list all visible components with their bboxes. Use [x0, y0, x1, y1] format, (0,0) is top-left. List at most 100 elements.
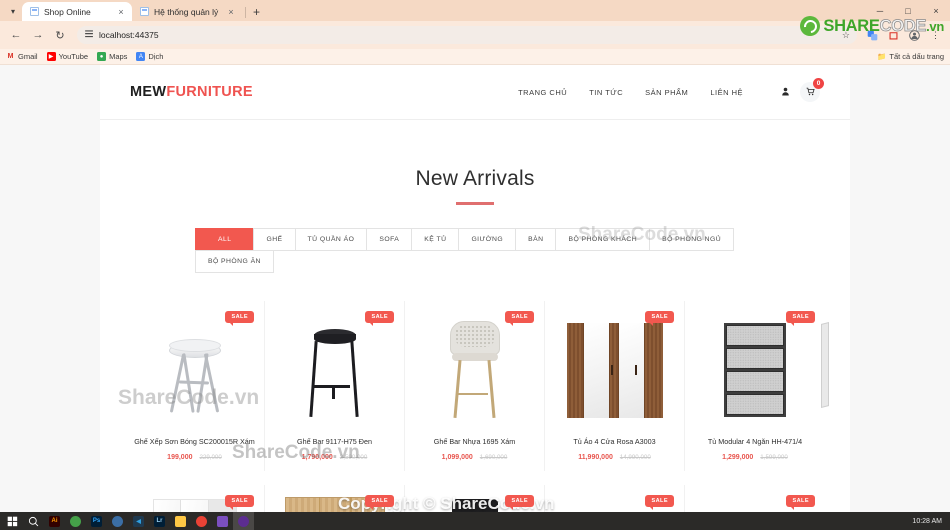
product-card[interactable]: SALE: [545, 484, 685, 512]
user-icon[interactable]: [781, 87, 790, 98]
product-name: Ghế Bar Nhựa 1695 Xám: [433, 436, 516, 446]
search-icon[interactable]: [23, 512, 44, 530]
filter-bo-phong-khach[interactable]: BỘ PHÒNG KHÁCH: [555, 227, 651, 251]
vscode-icon[interactable]: ◀: [128, 512, 149, 530]
product-card[interactable]: SALE: [685, 485, 825, 512]
product-card[interactable]: SALE Ghế Xếp Sơn Bóng SC200015R Xám 199,…: [125, 300, 265, 471]
product-price: 1,299,000: [722, 453, 754, 461]
sale-badge: SALE: [645, 310, 674, 326]
product-thumbnail: SALE: [549, 491, 680, 512]
section-header: New Arrivals: [100, 120, 850, 205]
product-grid-row-2: SALE SALE SALE SALE SALE: [100, 484, 850, 512]
maps-icon: ●: [97, 52, 107, 61]
file-explorer-icon[interactable]: [170, 512, 191, 530]
filter-bo-phong-ngu[interactable]: BỘ PHÒNG NGỦ: [649, 227, 735, 251]
product-thumbnail: SALE: [409, 307, 540, 425]
filter-all[interactable]: ALL: [195, 227, 255, 251]
cart-count-badge: 0: [813, 78, 824, 89]
nav-item-tin-tuc[interactable]: TIN TỨC: [589, 88, 623, 97]
filter-ghe[interactable]: GHẾ: [253, 227, 296, 251]
browser-tab-shop-online[interactable]: Shop Online ×: [22, 2, 132, 21]
product-card[interactable]: SALE: [405, 484, 545, 512]
translate-icon[interactable]: [864, 27, 881, 44]
product-old-price: 14,990,000: [619, 453, 651, 461]
site-nav: TRANG CHỦ TIN TỨC SẢN PHẨM LIÊN HỆ 0: [518, 78, 824, 102]
bookmark-maps[interactable]: ● Maps: [97, 52, 127, 61]
extensions-icon[interactable]: [885, 27, 902, 44]
filter-tu-quan-ao[interactable]: TỦ QUẦN ÁO: [294, 227, 368, 251]
product-card[interactable]: SALE: [265, 484, 405, 512]
product-thumbnail: SALE: [129, 491, 260, 512]
visual-studio-icon[interactable]: [233, 512, 254, 530]
filter-giuong[interactable]: GIƯỜNG: [458, 227, 517, 251]
filter-bo-phong-an[interactable]: BỘ PHÒNG ĂN: [195, 249, 274, 273]
back-button[interactable]: ←: [6, 25, 26, 45]
sale-badge: SALE: [225, 310, 254, 326]
browser-menu-icon[interactable]: ⋮: [927, 27, 944, 44]
bookmark-dich[interactable]: A Dịch: [136, 52, 163, 61]
product-thumbnail: SALE: [269, 491, 400, 512]
modular-drawers-art: [689, 313, 829, 425]
nav-icon-group: 0: [781, 78, 824, 102]
product-old-price: 2,590,000: [339, 453, 368, 461]
tab-search-chevron-icon[interactable]: ▾: [4, 2, 22, 20]
address-bar[interactable]: ≡ localhost:44375 ☆: [77, 26, 857, 44]
bookmark-label: Dịch: [148, 52, 164, 61]
onenote-icon[interactable]: [212, 512, 233, 530]
window-close-button[interactable]: ×: [922, 0, 950, 21]
product-thumbnail: SALE: [689, 491, 821, 512]
sale-badge: SALE: [365, 494, 394, 510]
product-price: 11,990,000: [578, 453, 613, 461]
profile-avatar-icon[interactable]: [906, 27, 923, 44]
illustrator-icon[interactable]: Ai: [44, 512, 65, 530]
product-card[interactable]: SALE Ghế Bar 9117-H75 Đen 1,790,000 2,59…: [265, 300, 405, 471]
product-thumbnail: SALE: [549, 307, 680, 425]
product-thumbnail: SALE: [409, 491, 540, 512]
reload-button[interactable]: ↻: [50, 25, 70, 45]
bookmark-label: Maps: [109, 52, 128, 61]
nav-item-lien-he[interactable]: LIÊN HỆ: [710, 88, 743, 97]
filter-ban[interactable]: BÀN: [515, 227, 557, 251]
browser-tab-he-thong-quan-ly[interactable]: Hệ thống quản lý ×: [132, 2, 242, 21]
product-card[interactable]: SALE Ghế Bar Nhựa 1695 Xám 1,099,000 1,6…: [405, 300, 545, 471]
filter-ke-tu[interactable]: KỆ TỦ: [411, 227, 460, 251]
sale-badge: SALE: [365, 310, 394, 326]
window-minimize-button[interactable]: ─: [866, 0, 894, 21]
cart-button[interactable]: 0: [800, 78, 824, 102]
sale-badge: SALE: [505, 494, 534, 510]
nav-item-san-pham[interactable]: SẢN PHẨM: [645, 88, 688, 97]
site-settings-icon[interactable]: ≡: [84, 26, 94, 43]
bookmark-youtube[interactable]: ▶ YouTube: [46, 52, 88, 61]
tab-close-icon[interactable]: ×: [226, 7, 236, 17]
bookmark-star-icon[interactable]: ☆: [842, 30, 850, 41]
product-card[interactable]: SALE Tủ Áo 4 Cửa Rosa A3003 11,990,000 1…: [545, 300, 685, 471]
bookmark-gmail[interactable]: M Gmail: [6, 52, 38, 61]
taskbar-clock: 10:28 AM: [912, 517, 942, 525]
product-card[interactable]: SALE Tủ Modular 4 Ngăn HH-471/4 1,299,00…: [685, 301, 829, 471]
toolbar-actions: ⋮: [864, 27, 944, 44]
product-thumbnail: SALE: [129, 307, 260, 425]
chrome-icon[interactable]: [191, 512, 212, 530]
product-old-price: 229,000: [199, 453, 222, 461]
forward-button[interactable]: →: [28, 25, 48, 45]
nav-item-trang-chu[interactable]: TRANG CHỦ: [518, 88, 567, 97]
product-price: 1,099,000: [441, 453, 473, 461]
app-green-icon[interactable]: [65, 512, 86, 530]
product-price-row: 11,990,000 14,990,000: [549, 454, 680, 461]
all-bookmarks-button[interactable]: 📁 Tất cả dấu trang: [877, 52, 944, 61]
bar-stool-black-art: [269, 313, 400, 425]
new-tab-button[interactable]: +: [249, 5, 264, 21]
app-label: Ps: [91, 515, 102, 527]
product-card[interactable]: SALE: [125, 484, 265, 512]
site-logo[interactable]: MEWFURNITURE: [130, 84, 253, 100]
photoshop-icon[interactable]: Ps: [86, 512, 107, 530]
lightroom-icon[interactable]: Lr: [149, 512, 170, 530]
window-maximize-button[interactable]: □: [894, 0, 922, 21]
product-price-row: 1,790,000 2,590,000: [269, 454, 400, 461]
tab-close-icon[interactable]: ×: [116, 7, 126, 17]
studio-icon[interactable]: [107, 512, 128, 530]
filter-sofa[interactable]: SOFA: [366, 227, 413, 251]
windows-start-icon[interactable]: [2, 512, 23, 530]
browser-toolbar: ← → ↻ ≡ localhost:44375 ☆ ⋮: [0, 21, 950, 49]
gmail-icon: M: [7, 53, 14, 60]
